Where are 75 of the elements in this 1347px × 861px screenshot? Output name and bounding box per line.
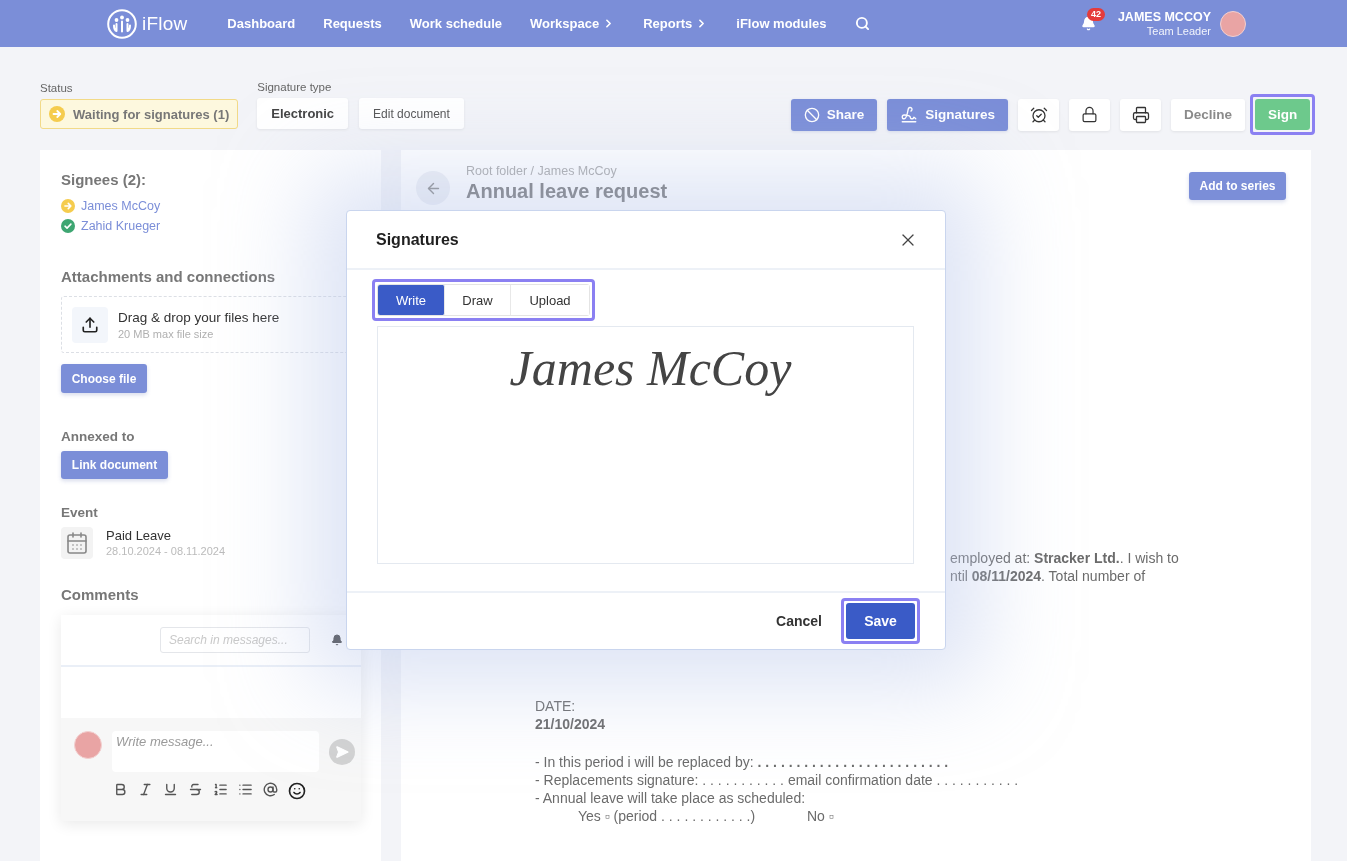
drop-zone-text: Drag & drop your files here <box>118 308 280 327</box>
user-role: Team Leader <box>1146 23 1211 38</box>
section-heading: Attachments and connections <box>61 268 276 286</box>
reminder-button[interactable] <box>1018 98 1059 131</box>
tab[interactable]: Write <box>378 285 445 315</box>
nav-link[interactable]: Workspace <box>530 16 616 31</box>
italic-icon[interactable] <box>138 782 153 797</box>
search-icon[interactable] <box>854 16 870 31</box>
file-size-hint: 20 MB max file size <box>118 326 214 341</box>
signature-text: James McCoy <box>509 339 792 398</box>
calendar-icon <box>61 527 93 559</box>
event-dates: 28.10.2024 - 08.11.2024 <box>106 544 226 558</box>
document-text: - In this period i will be replaced by: . . . . . . . . . . . . . . . . . . . . . . . . . <box>535 753 949 771</box>
notification-badge: 42 <box>1086 8 1105 21</box>
section-heading: Comments <box>61 586 139 604</box>
bell-icon[interactable] <box>331 634 343 646</box>
signature-type-button[interactable]: Electronic <box>257 98 349 129</box>
link-document-button[interactable]: Link document <box>61 451 168 479</box>
smiley-icon[interactable] <box>288 782 306 800</box>
section-heading: Signees (2): <box>61 171 147 189</box>
lock-icon <box>1081 106 1098 123</box>
event-name: Paid Leave <box>106 528 172 544</box>
status-label: Status <box>40 81 73 95</box>
at-sign-icon[interactable] <box>263 782 278 797</box>
nav-link[interactable]: Requests <box>323 16 382 31</box>
signatures-button[interactable]: Signatures <box>887 98 1008 131</box>
signature-pad[interactable]: James McCoy <box>377 326 914 564</box>
signature-type-label: Signature type <box>257 80 332 94</box>
date-label: DATE: <box>535 697 576 715</box>
document-text: - Replacements signature: . . . . . . . . . . . email confirmation date . . . . . . . . . . . <box>535 771 1019 789</box>
signature-icon <box>900 105 919 124</box>
print-button[interactable] <box>1120 98 1161 131</box>
sign-button[interactable]: Sign <box>1255 99 1310 130</box>
message-field[interactable]: Write message... <box>112 731 320 772</box>
signee-link[interactable]: Zahid Krueger <box>81 219 161 233</box>
ban-icon <box>803 106 820 123</box>
section-heading: Annexed to <box>61 428 135 446</box>
save-button[interactable]: Save <box>846 603 915 639</box>
document-text: ntil 08/11/2024. Total number of <box>950 567 1146 585</box>
nav-link[interactable]: Reports <box>643 16 709 31</box>
printer-icon <box>1131 105 1150 124</box>
edit-document-button[interactable]: Edit document <box>359 98 464 129</box>
user-name: JAMES MCCOY <box>1117 9 1211 24</box>
section-heading: Event <box>61 504 98 522</box>
document-text: employed at: Stracker Ltd.. I wish to <box>950 549 1179 567</box>
strikethrough-icon[interactable] <box>188 782 203 797</box>
underline-icon[interactable] <box>163 782 178 797</box>
nav-link[interactable]: Work schedule <box>409 16 502 31</box>
arrow-circle-icon <box>49 106 65 122</box>
numbered-list-icon[interactable] <box>213 782 228 797</box>
send-icon <box>335 745 350 759</box>
dialog-title: Signatures <box>376 230 459 249</box>
bold-icon[interactable] <box>113 782 128 797</box>
breadcrumb: Root folder / James McCoy <box>466 163 617 179</box>
alarm-clock-icon <box>1029 105 1048 124</box>
choose-file-button[interactable]: Choose file <box>61 364 147 393</box>
signee-link[interactable]: James McCoy <box>81 199 161 213</box>
add-to-series-button[interactable]: Add to series <box>1189 172 1286 200</box>
bullet-list-icon[interactable] <box>238 782 253 797</box>
nav-link[interactable]: Dashboard <box>227 16 296 31</box>
cancel-button[interactable]: Cancel <box>776 613 822 629</box>
document-title: Annual leave request <box>466 179 668 203</box>
upload-icon <box>72 306 108 343</box>
logo-text: iFlow <box>142 12 188 35</box>
logo-icon <box>107 8 137 39</box>
option-text: Yes ▫ (period . . . . . . . . . . . .) <box>578 807 756 825</box>
decline-button[interactable]: Decline <box>1171 98 1245 131</box>
option-text: No ▫ <box>807 807 834 825</box>
status-text: Waiting for signatures (1) <box>73 106 230 122</box>
nav-link[interactable]: iFlow modules <box>736 16 827 31</box>
user-avatar <box>74 731 102 759</box>
lock-button[interactable] <box>1069 98 1110 131</box>
date-value: 21/10/2024 <box>535 715 606 733</box>
share-button[interactable]: Share <box>790 98 878 131</box>
document-text: - Annual leave will take place as scheduled: <box>535 789 806 807</box>
